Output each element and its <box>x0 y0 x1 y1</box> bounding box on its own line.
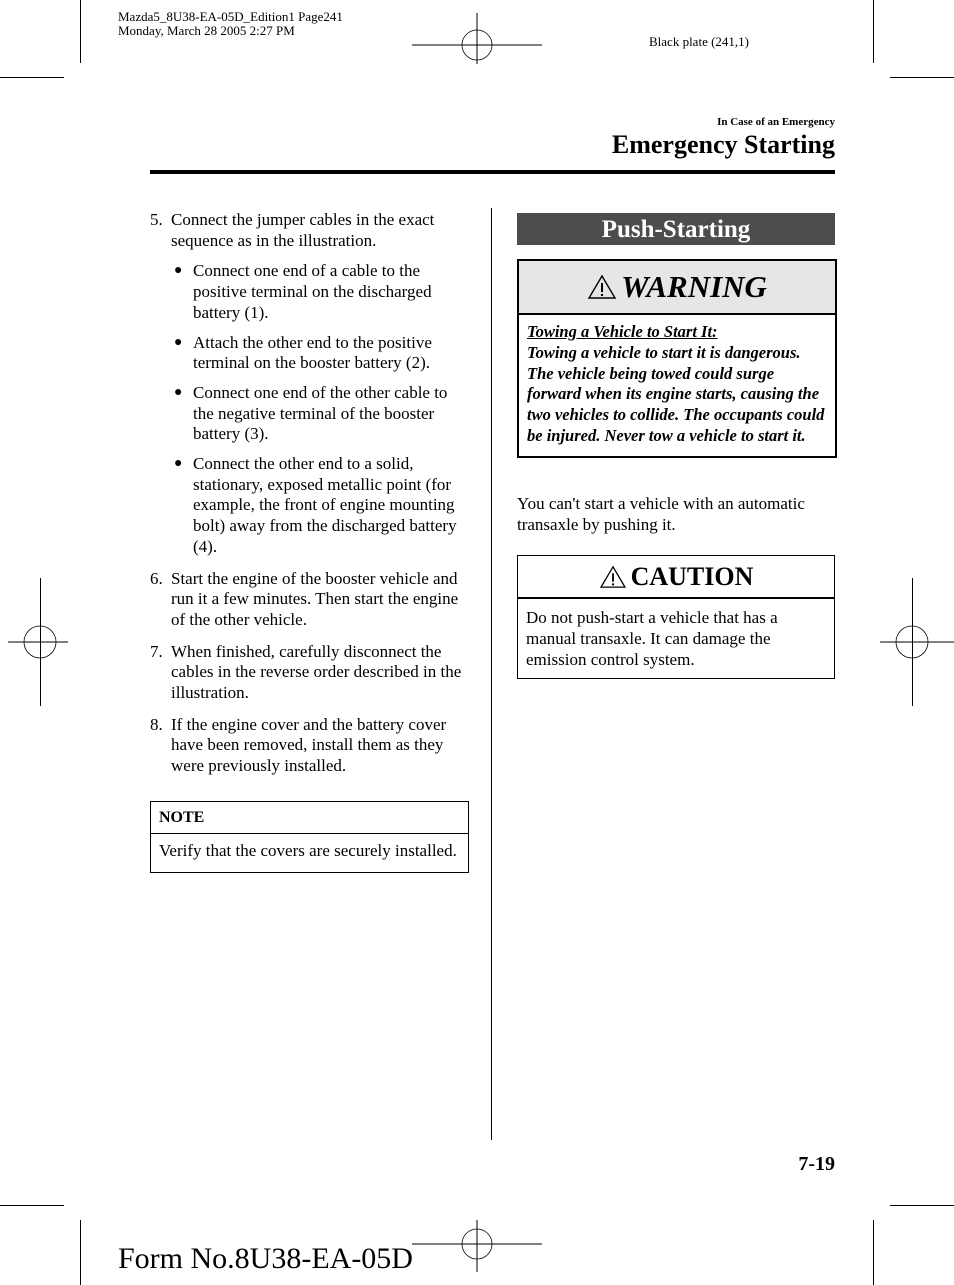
step-number: 7. <box>150 641 163 661</box>
form-number: Form No.8U38-EA-05D <box>118 1242 413 1275</box>
crop-mark <box>873 1220 874 1285</box>
section-heading-push-starting: Push-Starting <box>517 213 835 245</box>
crop-mark <box>0 1205 64 1206</box>
bullet-icon: ● <box>174 384 183 400</box>
push-start-paragraph: You can't start a vehicle with an automa… <box>517 494 805 534</box>
note-body: Verify that the covers are securely inst… <box>159 841 457 860</box>
step-6: 6. Start the engine of the booster vehic… <box>150 569 470 631</box>
crop-mark <box>0 77 64 78</box>
note-heading: NOTE <box>151 802 468 834</box>
crop-mark <box>873 0 874 63</box>
warning-triangle-icon <box>587 274 617 299</box>
bullet-item: ● Connect the other end to a solid, stati… <box>171 454 470 558</box>
note-box: NOTE Verify that the covers are securely… <box>150 801 469 873</box>
bullet-icon: ● <box>174 334 183 350</box>
crop-mark <box>890 1205 954 1206</box>
step-text: If the engine cover and the battery cove… <box>171 714 447 776</box>
caution-title: CAUTION <box>630 561 754 591</box>
bullet-text: Connect one end of the other cable to th… <box>193 382 448 444</box>
crop-mark <box>80 1220 81 1285</box>
bullet-text: Attach the other end to the positive ter… <box>193 332 432 373</box>
step-7: 7. When finished, carefully disconnect t… <box>150 642 470 704</box>
warning-triangle-icon <box>599 565 626 588</box>
crop-mark <box>80 0 81 63</box>
step-5: 5. Connect the jumper cables in the exac… <box>150 210 470 558</box>
step-text: When finished, carefully disconnect the … <box>171 641 462 703</box>
step-number: 6. <box>150 568 163 588</box>
caution-body: Do not push-start a vehicle that has a m… <box>526 608 778 669</box>
bullet-item: ● Connect one end of a cable to the posit… <box>171 261 470 323</box>
column-divider <box>491 208 492 1140</box>
plate-label: Black plate (241,1) <box>649 34 749 49</box>
print-meta: Mazda5_8U38-EA-05D_Edition1 Page241 Mond… <box>118 10 343 38</box>
caution-box: CAUTION Do not push-start a vehicle that… <box>517 555 835 679</box>
warning-text: Towing a vehicle to start it is dangerou… <box>527 342 825 445</box>
registration-mark-icon <box>412 1220 542 1272</box>
page-title: Emergency Starting <box>611 130 835 159</box>
bullet-icon: ● <box>174 456 183 472</box>
crop-mark <box>890 77 954 78</box>
print-file-line: Mazda5_8U38-EA-05D_Edition1 Page241 <box>118 9 343 24</box>
registration-mark-icon <box>8 625 68 659</box>
registration-mark-icon <box>880 625 954 659</box>
step-text: Connect the jumper cables in the exact s… <box>171 210 435 250</box>
bullet-icon: ● <box>174 263 183 279</box>
step-number: 8. <box>150 714 163 734</box>
page-number: 7-19 <box>798 1153 835 1175</box>
bullet-item: ● Connect one end of the other cable to t… <box>171 383 470 445</box>
bullet-text: Connect the other end to a solid, statio… <box>193 454 457 556</box>
section-label: In Case of an Emergency <box>717 116 835 128</box>
registration-mark-icon <box>412 13 542 64</box>
left-column: 5. Connect the jumper cables in the exac… <box>150 210 470 788</box>
step-8: 8. If the engine cover and the battery c… <box>150 715 470 777</box>
caution-header: CAUTION <box>518 556 834 599</box>
step-text: Start the engine of the booster vehicle … <box>171 568 459 629</box>
warning-body: Towing a Vehicle to Start It: Towing a v… <box>519 315 835 456</box>
warning-subtitle: Towing a Vehicle to Start It: <box>527 322 718 341</box>
title-rule <box>150 170 835 174</box>
step-5-bullets: ● Connect one end of a cable to the posit… <box>171 261 470 557</box>
print-date-line: Monday, March 28 2005 2:27 PM <box>118 23 295 38</box>
warning-box: WARNING Towing a Vehicle to Start It: To… <box>517 259 837 458</box>
warning-header: WARNING <box>519 261 835 315</box>
warning-title: WARNING <box>621 269 767 304</box>
step-number: 5. <box>150 210 163 229</box>
bullet-text: Connect one end of a cable to the positi… <box>193 261 432 322</box>
bullet-item: ● Attach the other end to the positive te… <box>171 333 470 374</box>
